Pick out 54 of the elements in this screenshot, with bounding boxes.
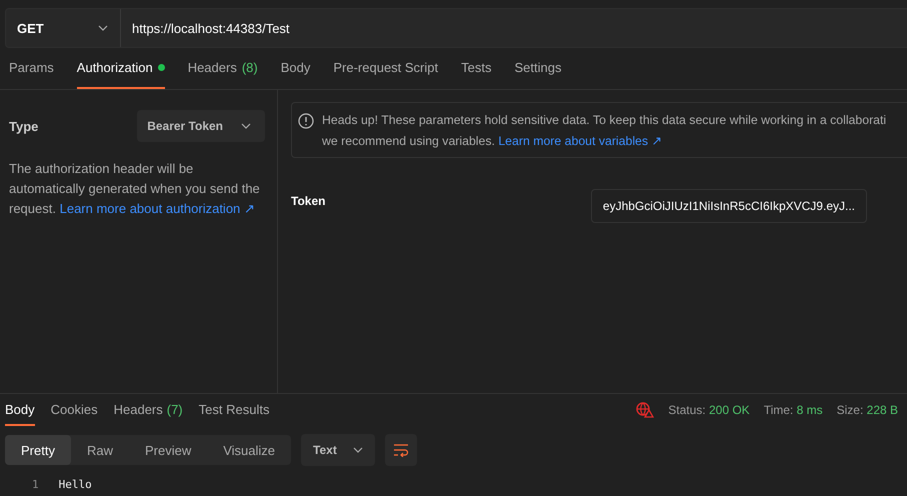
request-tab[interactable]: Tests bbox=[461, 48, 492, 89]
tab-label: Tests bbox=[461, 60, 492, 75]
learn-more-link[interactable]: Learn more about variables ↗ bbox=[498, 134, 662, 148]
tab-label: Authorization bbox=[76, 60, 153, 75]
tab-label: Headers bbox=[188, 60, 237, 75]
request-tab[interactable]: Pre-request Script bbox=[333, 48, 438, 89]
request-tab[interactable]: Settings bbox=[514, 48, 562, 89]
chevron-down-icon bbox=[98, 25, 108, 31]
tab-label: Cookies bbox=[50, 402, 98, 416]
count-label: (7) bbox=[166, 402, 183, 416]
notice-text: Heads up! These parameters hold sensitive data. To keep this data secure while working in a collaborati we recommend using variables. Learn more about variables ↗ bbox=[322, 112, 888, 150]
tab-label: Body bbox=[5, 402, 35, 416]
request-tab[interactable]: Params bbox=[9, 48, 54, 89]
wrap-lines-button[interactable] bbox=[384, 434, 417, 466]
token-field[interactable]: eyJhbGciOiJIUzI1NiIsInR5cCI6IkpXVCJ9.eyJ... bbox=[590, 189, 867, 223]
count-label: (8) bbox=[242, 60, 258, 75]
response-tab[interactable]: Body bbox=[5, 394, 35, 426]
tab-label: Body bbox=[280, 60, 310, 75]
tab-label: Headers bbox=[114, 402, 163, 416]
format-dropdown[interactable]: Text bbox=[301, 434, 375, 466]
status-label: Size: bbox=[836, 403, 864, 417]
url-field[interactable]: https://localhost:44383/Test bbox=[121, 9, 907, 47]
status-value: 228 B bbox=[866, 403, 898, 417]
auth-type-dropdown[interactable]: Bearer Token bbox=[137, 110, 265, 142]
request-tab[interactable]: Body bbox=[280, 48, 310, 89]
response-tab[interactable]: Headers (7) bbox=[114, 394, 183, 426]
tab-label: Pre-request Script bbox=[333, 60, 438, 75]
request-tab[interactable]: Headers (8) bbox=[188, 48, 258, 89]
view-mode-tab[interactable]: Visualize bbox=[207, 435, 292, 465]
method-dropdown[interactable]: GET bbox=[6, 9, 121, 47]
token-label: Token bbox=[291, 194, 326, 208]
wrap-lines-icon bbox=[392, 443, 409, 457]
type-label: Type bbox=[9, 118, 38, 134]
status-value: 200 OK bbox=[708, 403, 750, 417]
tab-label: Test Results bbox=[198, 402, 270, 416]
chevron-down-icon bbox=[352, 447, 363, 453]
tab-label: Settings bbox=[514, 60, 562, 75]
chevron-down-icon bbox=[241, 123, 251, 129]
status-label: Time: bbox=[764, 403, 794, 417]
view-mode-tab[interactable]: Preview bbox=[128, 435, 208, 465]
learn-more-link[interactable]: Learn more about authorization ↗ bbox=[60, 201, 255, 216]
auth-description: The authorization header will be automatically generated when you send the request. Learn more about authorization ↗ bbox=[9, 160, 261, 218]
response-body-text: Hello bbox=[58, 478, 92, 491]
response-tab[interactable]: Test Results bbox=[198, 394, 270, 426]
view-mode-tab[interactable]: Pretty bbox=[5, 435, 71, 465]
tab-label: Params bbox=[9, 60, 54, 75]
line-number: 1 bbox=[32, 478, 39, 491]
status-value: 8 ms bbox=[796, 403, 823, 417]
globe-warning-icon bbox=[636, 402, 654, 418]
view-mode-tab[interactable]: Raw bbox=[70, 435, 129, 465]
info-icon bbox=[298, 113, 314, 129]
status-label: Status: bbox=[668, 403, 706, 417]
response-tab[interactable]: Cookies bbox=[50, 394, 98, 426]
request-tab[interactable]: Authorization bbox=[76, 48, 165, 89]
